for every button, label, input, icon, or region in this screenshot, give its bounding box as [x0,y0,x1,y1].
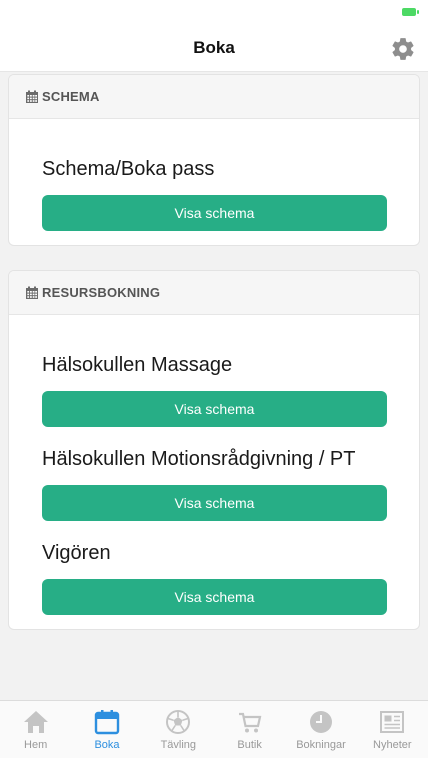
tab-label: Boka [94,739,120,751]
calendar-icon [25,286,39,300]
nav-bar: Boka [0,24,428,72]
tab-label: Butik [237,739,262,751]
list-item: Schema/Boka pass Visa schema [42,157,387,231]
item-title: Hälsokullen Motionsrådgivning / PT [42,448,356,470]
ball-icon [164,708,192,736]
tab-tavling[interactable]: Tävling [143,701,214,758]
schema-card-header: SCHEMA [9,75,419,119]
tab-bokningar[interactable]: Bokningar [285,701,356,758]
list-item: Vigören Visa schema [42,541,387,615]
battery-icon [402,8,419,16]
list-item: Hälsokullen Motionsrådgivning / PT Visa … [42,447,387,521]
section-title-resource-booking: RESURSBOKNING [42,285,161,300]
show-schedule-button[interactable]: Visa schema [42,579,387,615]
resource-card-body: Hälsokullen Massage Visa schema Hälsokul… [9,315,419,629]
show-schedule-button[interactable]: Visa schema [42,391,387,427]
page-title: Boka [193,37,235,57]
section-title-schema: SCHEMA [42,89,100,104]
show-schedule-button[interactable]: Visa schema [42,195,387,231]
tab-label: Nyheter [373,739,412,751]
tab-label: Hem [24,739,48,751]
list-item: Hälsokullen Massage Visa schema [42,353,387,427]
app-screen: Boka SCHEMA Schema/Boka pass Visa schema… [0,0,428,758]
schema-card: SCHEMA Schema/Boka pass Visa schema [8,74,420,246]
tab-hem[interactable]: Hem [0,701,71,758]
resource-booking-card: RESURSBOKNING Hälsokullen Massage Visa s… [8,270,420,630]
show-schedule-button[interactable]: Visa schema [42,485,387,521]
calendar-icon [25,90,39,104]
status-bar [0,0,428,24]
home-icon [22,708,50,736]
tab-nyheter[interactable]: Nyheter [357,701,428,758]
tab-butik[interactable]: Butik [214,701,285,758]
resource-card-header: RESURSBOKNING [9,271,419,315]
item-title: Vigören [42,542,111,564]
item-title: Schema/Boka pass [42,158,215,180]
schema-card-body: Schema/Boka pass Visa schema [9,119,419,245]
tab-bar: Hem Boka Tävling Butik Bokningar Nyheter [0,700,428,758]
tab-boka[interactable]: Boka [71,701,142,758]
item-title: Hälsokullen Massage [42,354,233,376]
main-content: SCHEMA Schema/Boka pass Visa schema RESU… [0,74,428,630]
tab-label: Tävling [160,739,197,751]
gear-icon[interactable] [390,36,416,62]
tab-label: Bokningar [296,739,346,751]
newspaper-icon [378,708,406,736]
clock-icon [307,708,335,736]
cart-icon [236,708,264,736]
calendar-icon [93,708,121,736]
